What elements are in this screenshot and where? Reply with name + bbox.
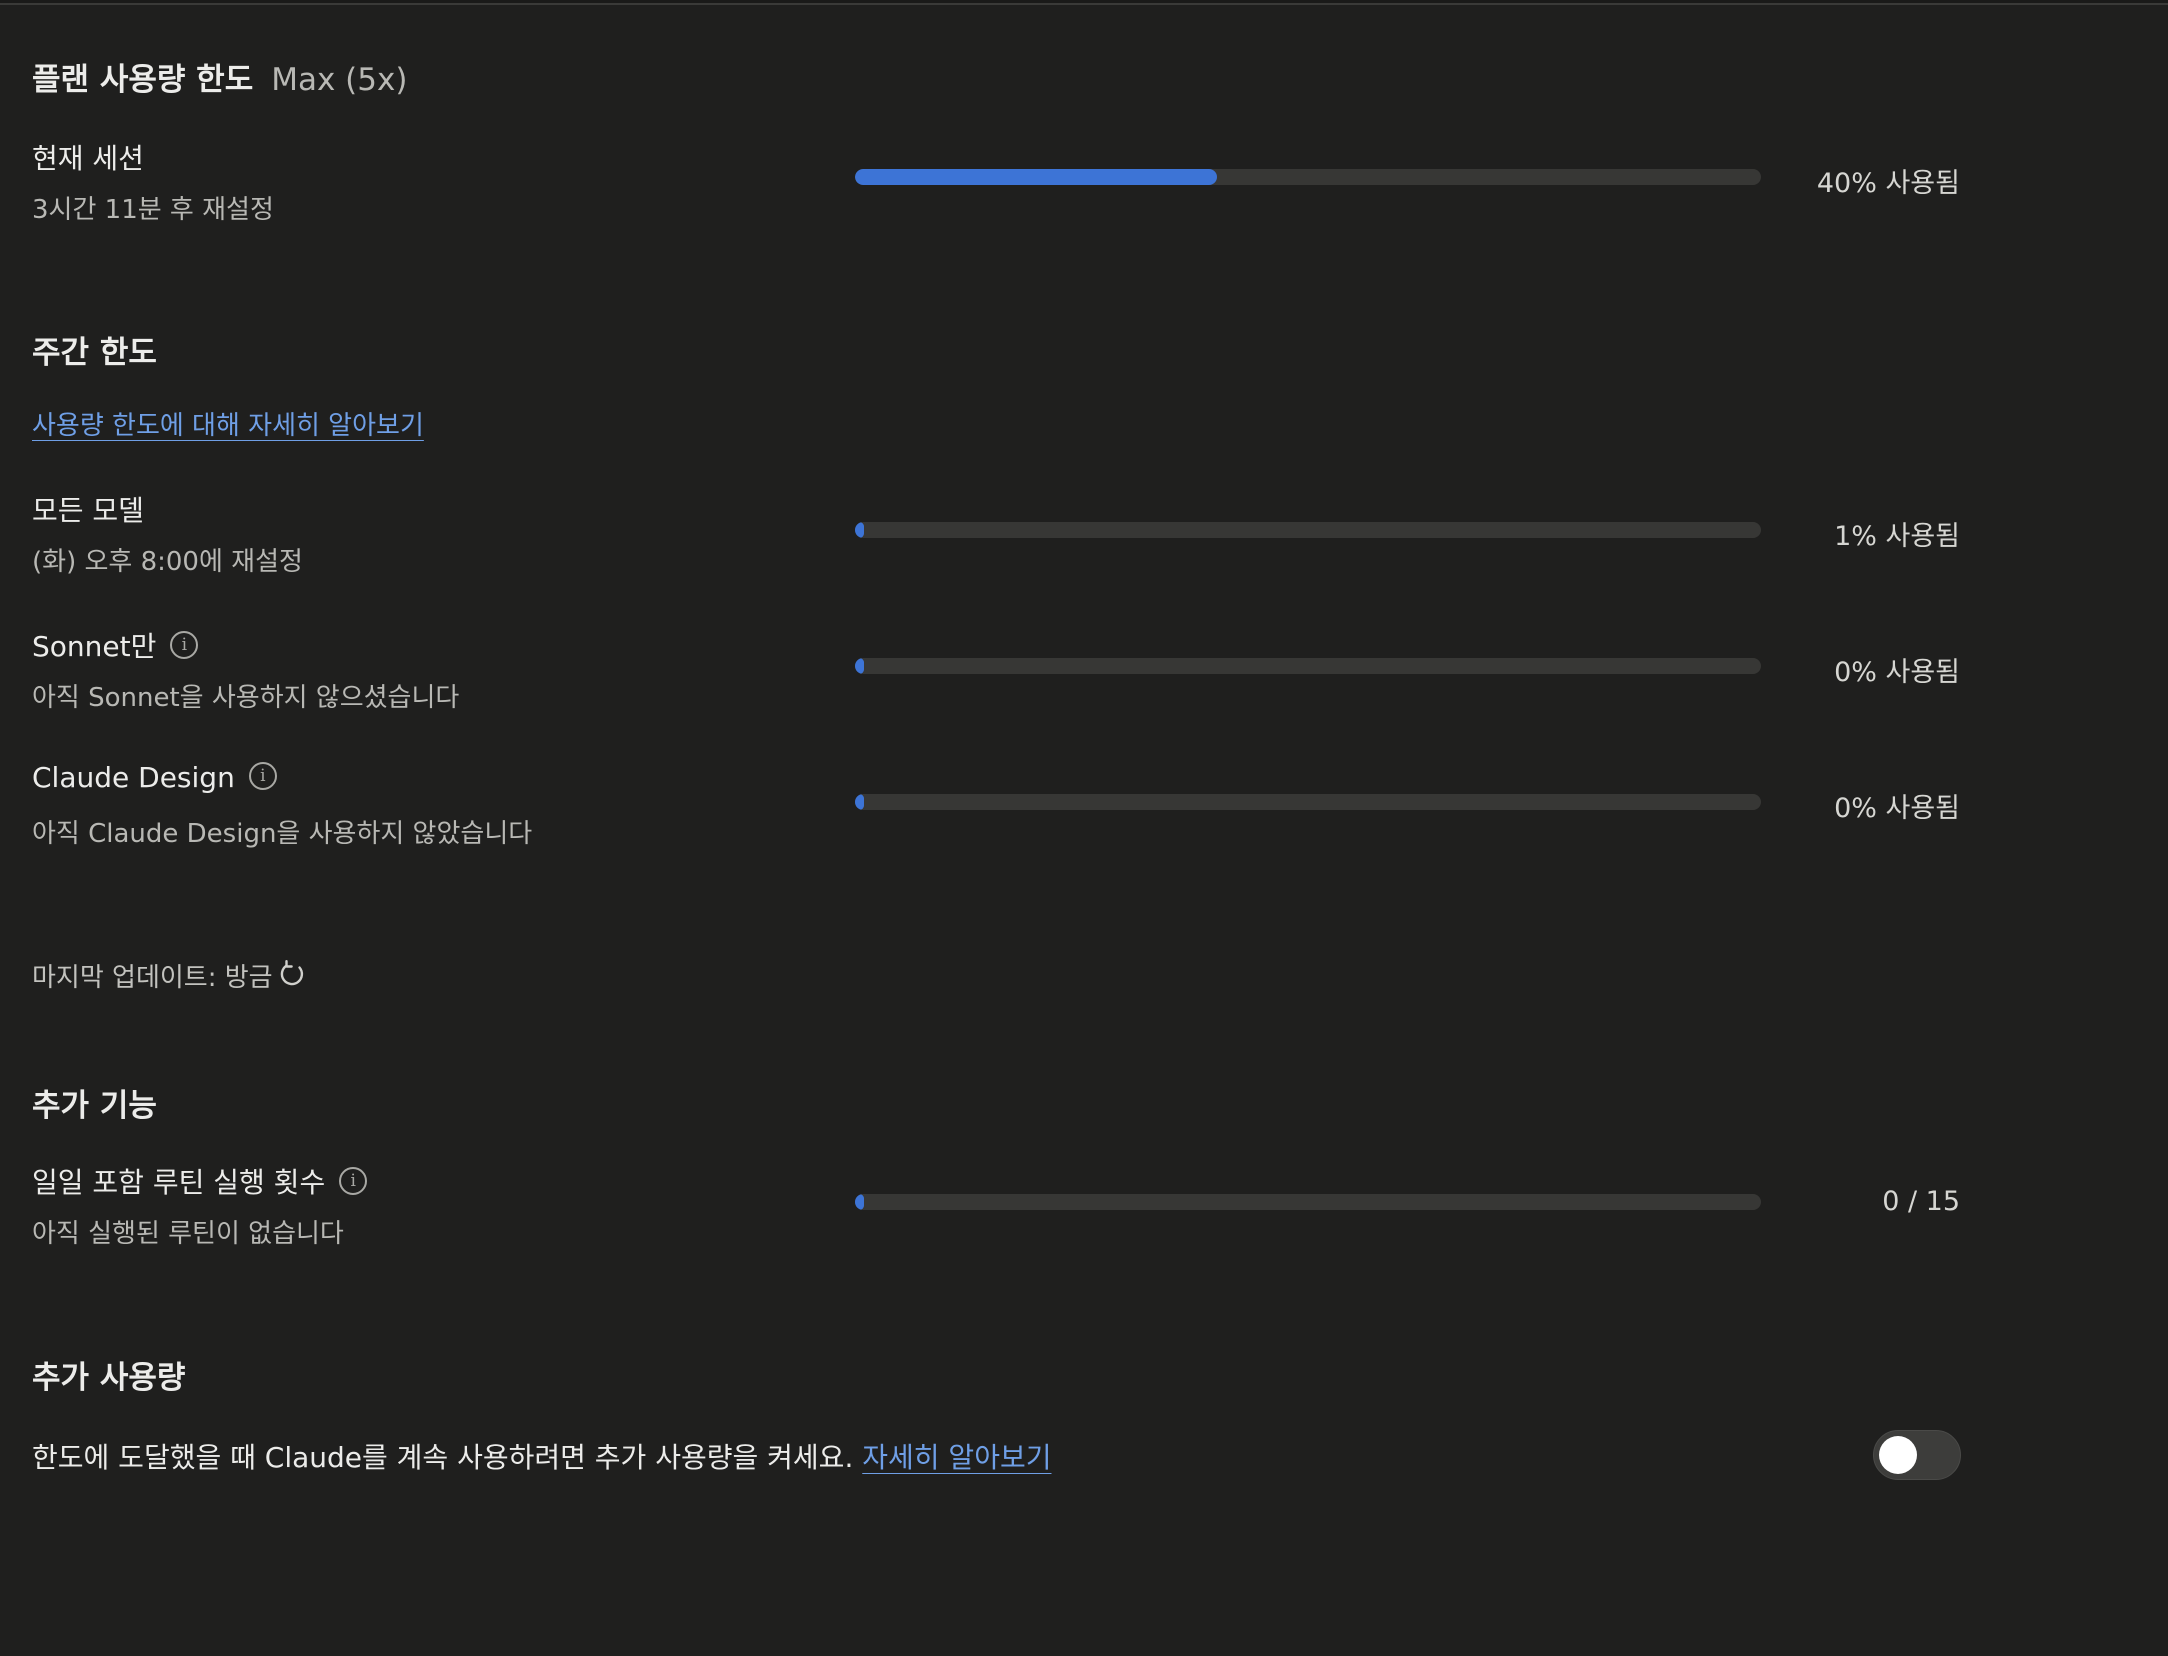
- top-divider: [0, 0, 2168, 5]
- extra-usage-learn-more-link[interactable]: 자세히 알아보기: [862, 1441, 1051, 1474]
- all-models-reset: (화) 오후 8:00에 재설정: [32, 547, 303, 577]
- sonnet-only-usage: 0% 사용됨: [1834, 657, 1960, 688]
- sonnet-only-title: Sonnet만: [32, 630, 157, 663]
- claude-design-title: Claude Design: [32, 761, 235, 794]
- sonnet-only-progress: [855, 658, 1761, 674]
- claude-design-progress: [855, 794, 1761, 810]
- plan-header: 플랜 사용량 한도 Max (5x): [32, 54, 407, 99]
- toggle-knob: [1879, 1436, 1917, 1474]
- last-update-label: 마지막 업데이트: 방금: [32, 963, 273, 993]
- plan-title: 플랜 사용량 한도: [32, 62, 254, 98]
- current-session-usage: 40% 사용됨: [1816, 168, 1960, 199]
- claude-design-progress-fill: [855, 794, 864, 810]
- plan-tier: Max (5x): [271, 62, 408, 98]
- routine-runs-count: 0 / 15: [1882, 1186, 1960, 1217]
- sonnet-only-status: 아직 Sonnet을 사용하지 않으셨습니다: [32, 683, 460, 713]
- routine-runs-title: 일일 포함 루틴 실행 횟수: [32, 1166, 326, 1199]
- all-models-usage: 1% 사용됨: [1834, 521, 1960, 552]
- extra-usage-description-row: 한도에 도달했을 때 Claude를 계속 사용하려면 추가 사용량을 켜세요.…: [32, 1436, 1051, 1476]
- routine-runs-progress-fill: [855, 1194, 864, 1210]
- claude-design-usage: 0% 사용됨: [1834, 793, 1960, 824]
- all-models-progress-fill: [855, 522, 865, 538]
- info-icon[interactable]: i: [170, 631, 199, 659]
- current-session-progress-fill: [855, 169, 1218, 185]
- refresh-icon[interactable]: [277, 959, 307, 989]
- extra-usage-toggle[interactable]: [1873, 1430, 1961, 1480]
- claude-design-status: 아직 Claude Design을 사용하지 않았습니다: [32, 819, 533, 849]
- current-session-reset: 3시간 11분 후 재설정: [32, 195, 274, 225]
- claude-design-row: Claude Design i: [32, 761, 277, 794]
- current-session-title: 현재 세션: [32, 142, 144, 175]
- extra-features-title: 추가 기능: [32, 1088, 157, 1124]
- info-icon[interactable]: i: [339, 1167, 368, 1195]
- sonnet-only-row: Sonnet만 i: [32, 625, 199, 665]
- usage-limits-learn-more-link[interactable]: 사용량 한도에 대해 자세히 알아보기: [32, 405, 424, 442]
- sonnet-only-progress-fill: [855, 658, 864, 674]
- extra-usage-description: 한도에 도달했을 때 Claude를 계속 사용하려면 추가 사용량을 켜세요.: [32, 1441, 854, 1474]
- current-session-progress: [855, 169, 1761, 185]
- routine-runs-row: 일일 포함 루틴 실행 횟수 i: [32, 1161, 368, 1201]
- all-models-progress: [855, 522, 1761, 538]
- info-icon[interactable]: i: [248, 762, 277, 790]
- routine-runs-status: 아직 실행된 루틴이 없습니다: [32, 1219, 344, 1249]
- all-models-title: 모든 모델: [32, 494, 144, 527]
- routine-runs-progress: [855, 1194, 1761, 1210]
- weekly-limits-title: 주간 한도: [32, 335, 157, 371]
- extra-usage-title: 추가 사용량: [32, 1360, 186, 1396]
